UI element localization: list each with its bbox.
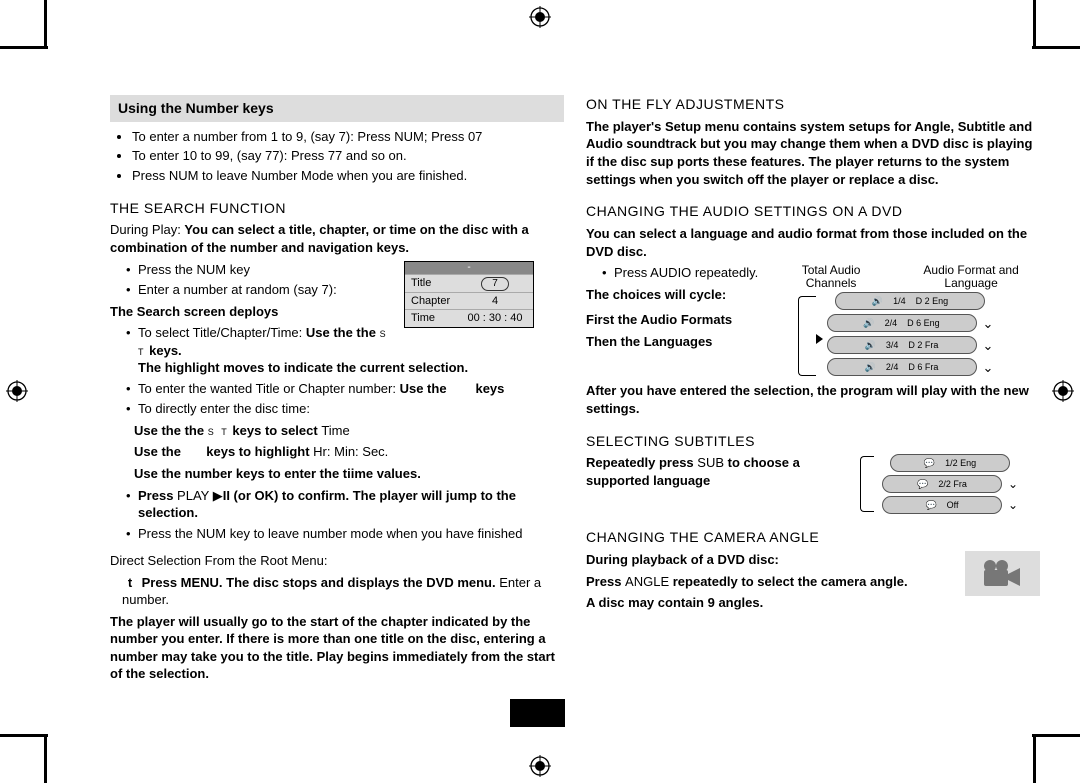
- direct-selection-heading: Direct Selection From the Root Menu:: [110, 552, 564, 570]
- onfly-body: The player's Setup menu contains system …: [586, 118, 1040, 188]
- chip-text: 2/2 Fra: [938, 478, 967, 490]
- chip-num: 1/4: [893, 295, 906, 307]
- angle-heading: CHANGING THE CAMERA ANGLE: [586, 528, 1040, 547]
- text: Press: [586, 574, 625, 589]
- chevron-down-icon: ⌄: [983, 315, 994, 333]
- chip-fmt: D 2 Fra: [908, 339, 938, 351]
- arrow-right-icon: [816, 334, 823, 344]
- direct-selection-tail: The player will usually go to the start …: [110, 613, 564, 683]
- chip-num: 2/4: [886, 361, 899, 373]
- list-item: Press the NUM key: [126, 261, 564, 279]
- list-item: Enter a number at random (say 7):: [126, 281, 564, 299]
- text: keys to select: [229, 423, 322, 438]
- text: Hr: Min: Sec.: [313, 444, 388, 459]
- list-item: Press NUM to leave Number Mode when you …: [132, 167, 564, 185]
- list-item: Press AUDIO repeatedly.: [602, 264, 1040, 282]
- text: keys.: [149, 343, 182, 358]
- page-number-block: [510, 699, 565, 727]
- text: repeatedly to select the camera angle.: [669, 574, 907, 589]
- right-column: ON THE FLY ADJUSTMENTS The player's Setu…: [580, 95, 1040, 703]
- list-item: To enter a number from 1 to 9, (say 7): …: [132, 128, 564, 146]
- chevron-down-icon: ⌄: [1008, 497, 1018, 513]
- search-heading: THE SEARCH FUNCTION: [110, 199, 564, 218]
- text: Press: [138, 488, 177, 503]
- page-content: Using the Number keys To enter a number …: [110, 95, 1040, 703]
- chip-text: Off: [947, 499, 959, 511]
- list-item: To enter the wanted Title or Chapter num…: [126, 380, 564, 398]
- text: Use the number keys to enter the tiime v…: [134, 465, 564, 483]
- text: Use the the: [306, 325, 376, 340]
- text: Use the: [134, 444, 181, 459]
- chip-fmt: D 2 Eng: [916, 295, 949, 307]
- audio-steps: Press AUDIO repeatedly.: [602, 264, 1040, 282]
- text: Use the the: [134, 423, 208, 438]
- chevron-down-icon: ⌄: [983, 337, 994, 355]
- camera-icon: [965, 551, 1040, 596]
- chevron-down-icon: ⌄: [1008, 476, 1018, 492]
- number-keys-list: To enter a number from 1 to 9, (say 7): …: [126, 128, 564, 185]
- audio-heading: CHANGING THE AUDIO SETTINGS ON A DVD: [586, 202, 1040, 221]
- left-column: Using the Number keys To enter a number …: [110, 95, 570, 703]
- list-item: To select Title/Chapter/Time: Use the th…: [126, 324, 564, 377]
- crop-mark: [1032, 734, 1080, 737]
- text: PLAY: [177, 488, 213, 503]
- registration-mark-icon: [6, 380, 28, 402]
- text: ANGLE: [625, 574, 669, 589]
- search-intro: During Play: You can select a title, cha…: [110, 221, 564, 256]
- text: SUB: [697, 455, 724, 470]
- search-final: Press PLAY ▶II (or OK) to confirm. The p…: [126, 487, 564, 543]
- angle-body3: A disc may contain 9 angles.: [586, 594, 1040, 612]
- label: During Play:: [110, 222, 184, 237]
- chip-text: 1/2 Eng: [945, 457, 976, 469]
- registration-mark-icon: [529, 755, 551, 777]
- subtitle-heading: SELECTING SUBTITLES: [586, 432, 1040, 451]
- chip-fmt: D 6 Eng: [907, 317, 940, 329]
- crop-mark: [1032, 46, 1080, 49]
- list-item: Press the NUM key to leave number mode w…: [126, 525, 564, 543]
- chip-fmt: D 6 Fra: [908, 361, 938, 373]
- chip-num: 3/4: [886, 339, 899, 351]
- text: Press MENU. The disc stops and displays …: [142, 575, 496, 590]
- text: The highlight moves to indicate the curr…: [138, 360, 468, 375]
- chevron-down-icon: ⌄: [983, 359, 994, 377]
- text: keys to highlight: [206, 444, 313, 459]
- time-substeps: Use the the s t keys to select Time Use …: [134, 422, 564, 483]
- crop-mark: [0, 46, 48, 49]
- direct-selection-step: t Press MENU. The disc stops and display…: [122, 574, 564, 609]
- crop-mark: [44, 735, 47, 783]
- crop-mark: [0, 734, 48, 737]
- text: keys: [475, 381, 504, 396]
- number-keys-heading: Using the Number keys: [110, 95, 564, 122]
- list-item: To enter 10 to 99, (say 77): Press 77 an…: [132, 147, 564, 165]
- audio-intro: You can select a language and audio form…: [586, 225, 1040, 260]
- after-enter: After you have entered the selection, th…: [586, 382, 1040, 417]
- list-item: To directly enter the disc time:: [126, 400, 564, 418]
- crop-mark: [1033, 735, 1036, 783]
- registration-mark-icon: [529, 6, 551, 28]
- crop-mark: [1033, 0, 1036, 48]
- text: To enter the wanted Title or Chapter num…: [138, 381, 400, 396]
- subtitle-diagram: 💬1/2 Eng 💬2/2 Fra⌄ 💬Off⌄: [860, 454, 1040, 514]
- registration-mark-icon: [1052, 380, 1074, 402]
- search-details: To select Title/Chapter/Time: Use the th…: [126, 324, 564, 418]
- text: Use the: [400, 381, 447, 396]
- onfly-heading: ON THE FLY ADJUSTMENTS: [586, 95, 1040, 114]
- text: To select Title/Chapter/Time:: [138, 325, 306, 340]
- crop-mark: [44, 0, 47, 48]
- play-pause-icon: ▶II: [213, 488, 230, 503]
- text: Time: [321, 423, 349, 438]
- chip-num: 2/4: [885, 317, 898, 329]
- text: Repeatedly press: [586, 455, 697, 470]
- list-item: Press PLAY ▶II (or OK) to confirm. The p…: [126, 487, 564, 522]
